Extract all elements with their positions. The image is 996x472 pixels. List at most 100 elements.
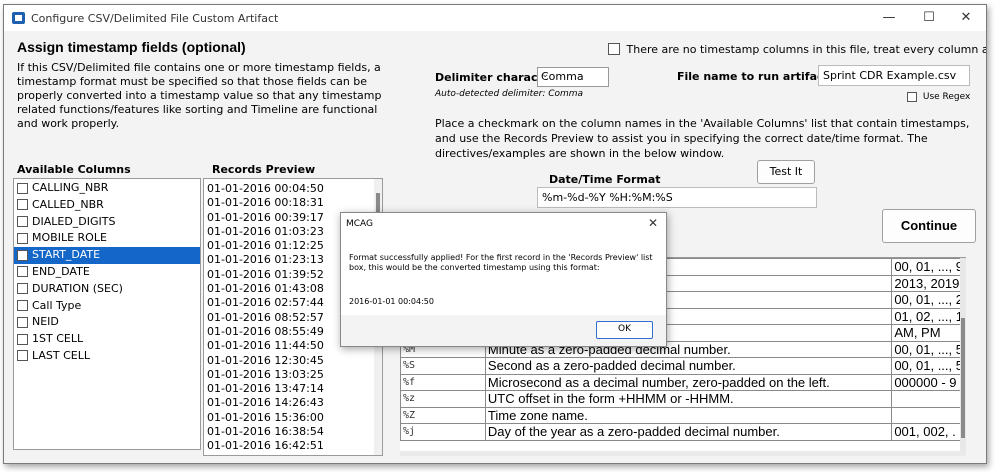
column-label: DURATION (SEC): [32, 281, 123, 295]
column-item[interactable]: CALLING_NBR: [14, 180, 200, 197]
chevron-down-icon: ⌄: [541, 69, 550, 80]
record-item[interactable]: 01-01-2016 15:36:00: [204, 411, 382, 425]
record-item[interactable]: 01-01-2016 00:18:31: [204, 196, 382, 210]
column-item[interactable]: START_DATE: [14, 247, 200, 264]
app-logo-icon: [12, 12, 25, 24]
directive-example: 00, 01, ..., 5: [891, 340, 966, 358]
directive-example: [891, 390, 966, 408]
datetime-format-label: Date/Time Format: [549, 173, 661, 186]
column-label: CALLED_NBR: [32, 197, 104, 211]
column-label: Call Type: [32, 298, 82, 312]
record-item[interactable]: 01-01-2016 00:04:50: [204, 182, 382, 196]
directives-scrollbar[interactable]: [960, 258, 966, 456]
column-checkbox[interactable]: [17, 266, 28, 278]
directive-description: Day of the year as a zero-padded decimal…: [484, 423, 893, 441]
mcag-dialog: MCAG ✕ Format successfully applied! For …: [340, 212, 667, 347]
use-regex-option[interactable]: Use Regex: [907, 92, 970, 103]
column-item[interactable]: Call Type: [14, 298, 200, 315]
directive-example: [891, 406, 966, 424]
directives-scrollbar-thumb[interactable]: [961, 318, 965, 438]
column-checkbox[interactable]: [17, 232, 28, 244]
intro-text: If this CSV/Delimited file contains one …: [17, 61, 382, 130]
dialog-message: Format successfully applied! For the fir…: [349, 253, 653, 272]
title-bar: Configure CSV/Delimited File Custom Arti…: [4, 5, 986, 31]
use-regex-label: Use Regex: [922, 92, 971, 102]
directive-code: %z: [400, 390, 486, 408]
directive-code: %Z: [400, 406, 486, 424]
column-checkbox[interactable]: [17, 283, 28, 295]
directive-code: %f: [400, 373, 486, 391]
directive-code: %S: [400, 357, 486, 375]
filename-input[interactable]: Sprint CDR Example.csv: [818, 65, 970, 86]
test-it-button[interactable]: Test It: [757, 160, 815, 184]
continue-button[interactable]: Continue: [882, 209, 976, 243]
datetime-format-input[interactable]: %m-%d-%Y %H:%M:%S: [537, 187, 817, 208]
directive-example: 001, 002, .: [891, 423, 966, 441]
dialog-close-button[interactable]: ✕: [648, 216, 658, 230]
column-checkbox[interactable]: [17, 300, 28, 312]
directive-example: 00, 01, ..., 2: [891, 291, 966, 309]
dialog-title-bar: MCAG ✕: [341, 213, 666, 235]
column-checkbox[interactable]: [17, 216, 28, 228]
directive-example: 00, 01, ..., 5: [891, 357, 966, 375]
directive-description: Time zone name.: [484, 406, 893, 424]
minimize-button[interactable]: —: [869, 9, 909, 29]
column-checkbox[interactable]: [17, 199, 28, 211]
datetime-format-value: %m-%d-%Y %H:%M:%S: [542, 191, 673, 204]
dialog-body: Format successfully applied! For the fir…: [341, 235, 666, 315]
record-item[interactable]: 01-01-2016 13:03:25: [204, 368, 382, 382]
directive-row: %Z Time zone name.: [400, 406, 966, 424]
column-checkbox[interactable]: [17, 333, 28, 345]
directive-row: %f Microsecond as a decimal number, zero-…: [400, 373, 966, 391]
directive-description: Second as a zero-padded decimal number.: [484, 357, 893, 375]
no-timestamp-option[interactable]: There are no timestamp columns in this f…: [608, 42, 986, 56]
record-item[interactable]: 01-01-2016 14:26:43: [204, 396, 382, 410]
available-columns-list[interactable]: CALLING_NBR CALLED_NBR DIALED_DIGITS MOBILE…: [13, 178, 201, 450]
ok-button[interactable]: OK: [596, 321, 653, 339]
column-label: MOBILE ROLE: [32, 231, 107, 245]
column-label: END_DATE: [32, 264, 90, 278]
column-checkbox[interactable]: [17, 249, 28, 261]
column-item[interactable]: NEID: [14, 314, 200, 331]
directive-row: %S Second as a zero-padded decimal number…: [400, 357, 966, 375]
column-checkbox[interactable]: [17, 316, 28, 328]
directive-example: 2013, 2019: [891, 274, 966, 292]
directives-horizontal-scrollbar[interactable]: [400, 451, 966, 456]
filename-value: Sprint CDR Example.csv: [823, 69, 957, 82]
records-preview-header: Records Preview: [212, 163, 316, 176]
column-item[interactable]: DURATION (SEC): [14, 281, 200, 298]
record-item[interactable]: 01-01-2016 16:38:54: [204, 425, 382, 439]
use-regex-checkbox[interactable]: [907, 92, 917, 102]
directive-example: 000000 - 9: [891, 373, 966, 391]
instructions-text: Place a checkmark on the column names in…: [435, 117, 970, 160]
record-item[interactable]: 01-01-2016 16:42:51: [204, 439, 382, 453]
directive-example: 01, 02, ..., 1: [891, 307, 966, 325]
column-checkbox[interactable]: [17, 350, 28, 362]
delimiter-select[interactable]: Comma ⌄: [537, 67, 609, 87]
maximize-button[interactable]: ☐: [909, 9, 949, 29]
no-timestamp-checkbox[interactable]: [608, 43, 620, 55]
directive-code: %j: [400, 423, 486, 441]
assign-timestamp-heading: Assign timestamp fields (optional): [17, 39, 246, 55]
directive-example: AM, PM: [891, 324, 966, 342]
column-item[interactable]: MOBILE ROLE: [14, 230, 200, 247]
column-label: NEID: [32, 315, 59, 329]
column-label: LAST CELL: [32, 348, 90, 362]
column-checkbox[interactable]: [17, 182, 28, 194]
directive-row: %j Day of the year as a zero-padded decim…: [400, 423, 966, 441]
column-label: CALLING_NBR: [32, 181, 109, 194]
auto-detected-delimiter: Auto-detected delimiter: Comma: [435, 89, 584, 99]
available-columns-header: Available Columns: [17, 163, 131, 176]
record-item[interactable]: 01-01-2016 13:47:14: [204, 382, 382, 396]
directive-description: Microsecond as a decimal number, zero-pa…: [484, 373, 893, 391]
column-item[interactable]: END_DATE: [14, 264, 200, 281]
column-item[interactable]: LAST CELL: [14, 348, 200, 365]
close-button[interactable]: ✕: [946, 9, 986, 29]
column-item[interactable]: 1ST CELL: [14, 331, 200, 348]
column-item[interactable]: DIALED_DIGITS: [14, 214, 200, 231]
column-label: START_DATE: [32, 248, 101, 262]
column-item[interactable]: CALLED_NBR: [14, 197, 200, 214]
record-item[interactable]: 01-01-2016 12:30:45: [204, 354, 382, 368]
dialog-result: 2016-01-01 00:04:50: [349, 297, 434, 306]
directive-row: %z UTC offset in the form +HHMM or -HHMM.: [400, 390, 966, 408]
